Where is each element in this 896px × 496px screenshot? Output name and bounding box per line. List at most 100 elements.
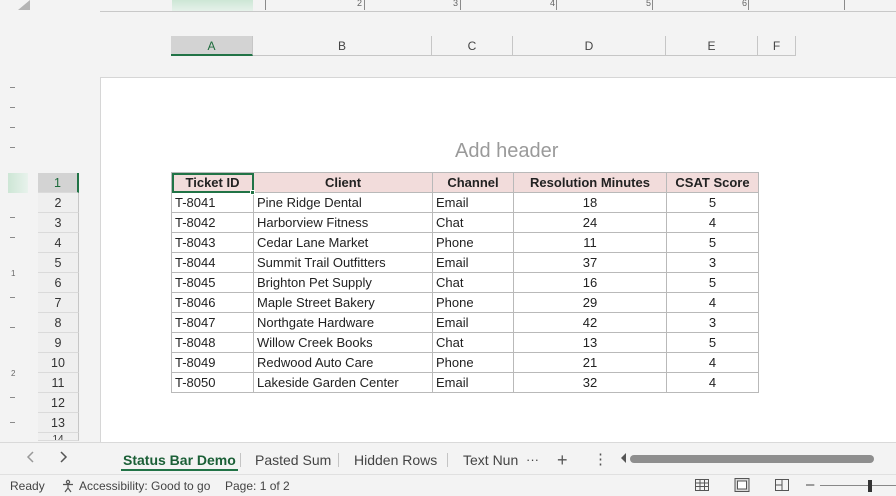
cell[interactable]: Email	[432, 252, 514, 273]
cell[interactable]: 18	[513, 192, 667, 213]
cell[interactable]: 42	[513, 312, 667, 333]
column-header-e[interactable]: E	[666, 36, 758, 56]
cell[interactable]: 3	[666, 312, 759, 333]
row-header[interactable]: 12	[38, 393, 79, 413]
cell[interactable]: 5	[666, 272, 759, 293]
page-break-preview-icon[interactable]	[774, 478, 790, 492]
cell[interactable]: Chat	[432, 272, 514, 293]
chevron-left-icon[interactable]	[26, 450, 36, 467]
column-header-c[interactable]: C	[432, 36, 513, 56]
scroll-left-icon[interactable]	[620, 452, 628, 467]
header-cell-ticket-id[interactable]: Ticket ID	[171, 172, 254, 193]
row-header[interactable]: 1	[38, 173, 79, 193]
cell[interactable]: T-8048	[171, 332, 254, 353]
cell[interactable]: Cedar Lane Market	[253, 232, 433, 253]
cell[interactable]: T-8050	[171, 372, 254, 393]
cell[interactable]: 4	[666, 352, 759, 373]
sheet-tab-pasted-sum[interactable]: Pasted Sum	[245, 448, 341, 472]
header-cell-channel[interactable]: Channel	[432, 172, 514, 193]
table-row: T-8045 Brighton Pet Supply Chat 16 5	[171, 272, 759, 293]
row-header[interactable]: 11	[38, 373, 79, 393]
cell[interactable]: 32	[513, 372, 667, 393]
accessibility-status[interactable]: Accessibility: Good to go	[79, 479, 210, 493]
scrollbar-thumb[interactable]	[630, 455, 874, 463]
add-sheet-button[interactable]: +	[547, 448, 578, 472]
cell[interactable]: T-8042	[171, 212, 254, 233]
select-all-corner[interactable]	[18, 0, 30, 10]
more-tabs-icon[interactable]: ···	[516, 448, 549, 472]
cell[interactable]: Northgate Hardware	[253, 312, 433, 333]
cell[interactable]: T-8045	[171, 272, 254, 293]
cell[interactable]: Phone	[432, 292, 514, 313]
row-header[interactable]: 9	[38, 333, 79, 353]
header-cell-csat-score[interactable]: CSAT Score	[666, 172, 759, 193]
horizontal-scrollbar[interactable]	[616, 452, 896, 466]
cell[interactable]: 4	[666, 212, 759, 233]
cell[interactable]: Phone	[432, 352, 514, 373]
cell[interactable]: T-8049	[171, 352, 254, 373]
column-header-a[interactable]: A	[171, 36, 253, 56]
page-layout-view-icon[interactable]	[734, 478, 750, 492]
row-header[interactable]: 5	[38, 253, 79, 273]
cell[interactable]: Lakeside Garden Center	[253, 372, 433, 393]
cell[interactable]: Summit Trail Outfitters	[253, 252, 433, 273]
cell[interactable]: 13	[513, 332, 667, 353]
cell[interactable]: 5	[666, 232, 759, 253]
cell[interactable]: Email	[432, 372, 514, 393]
cell[interactable]: Harborview Fitness	[253, 212, 433, 233]
cell[interactable]: Redwood Auto Care	[253, 352, 433, 373]
cell[interactable]: Brighton Pet Supply	[253, 272, 433, 293]
cell[interactable]: T-8043	[171, 232, 254, 253]
row-headers: 1 2 3 4 5 6 7 8 9 10 11 12 13 14	[38, 173, 79, 441]
column-header-b[interactable]: B	[253, 36, 432, 56]
cell[interactable]: Email	[432, 192, 514, 213]
cell[interactable]: 5	[666, 332, 759, 353]
row-header[interactable]: 6	[38, 273, 79, 293]
sheet-tab-status-bar-demo[interactable]: Status Bar Demo	[113, 448, 246, 472]
accessibility-icon[interactable]	[61, 479, 75, 496]
tab-menu-icon[interactable]: ⋮	[583, 448, 618, 472]
cell[interactable]: 37	[513, 252, 667, 273]
cell[interactable]: 29	[513, 292, 667, 313]
chevron-right-icon[interactable]	[58, 450, 68, 467]
cell[interactable]: Email	[432, 312, 514, 333]
cell[interactable]: 5	[666, 192, 759, 213]
zoom-slider-knob[interactable]	[868, 480, 872, 492]
cell[interactable]: Willow Creek Books	[253, 332, 433, 353]
cell[interactable]: 4	[666, 292, 759, 313]
sheet-tab-hidden-rows[interactable]: Hidden Rows	[344, 448, 447, 472]
cell[interactable]: 11	[513, 232, 667, 253]
normal-view-icon[interactable]	[694, 478, 710, 492]
cell[interactable]: T-8047	[171, 312, 254, 333]
row-header[interactable]: 8	[38, 313, 79, 333]
row-header[interactable]: 7	[38, 293, 79, 313]
row-header[interactable]: 4	[38, 233, 79, 253]
row-header[interactable]: 2	[38, 193, 79, 213]
row-header[interactable]: 13	[38, 413, 79, 433]
header-cell-client[interactable]: Client	[253, 172, 433, 193]
zoom-slider-track[interactable]	[820, 485, 896, 486]
cell[interactable]: T-8044	[171, 252, 254, 273]
column-header-d[interactable]: D	[513, 36, 666, 56]
cell[interactable]: 21	[513, 352, 667, 373]
fill-handle[interactable]	[250, 190, 255, 195]
row-header[interactable]: 3	[38, 213, 79, 233]
cell[interactable]: Chat	[432, 212, 514, 233]
row-header[interactable]: 10	[38, 353, 79, 373]
cell[interactable]: Pine Ridge Dental	[253, 192, 433, 213]
cell[interactable]: Chat	[432, 332, 514, 353]
header-cell-resolution-minutes[interactable]: Resolution Minutes	[513, 172, 667, 193]
cell[interactable]: Phone	[432, 232, 514, 253]
cell[interactable]: 24	[513, 212, 667, 233]
cell[interactable]: T-8046	[171, 292, 254, 313]
cell[interactable]: 3	[666, 252, 759, 273]
cell[interactable]: 4	[666, 372, 759, 393]
row-header[interactable]: 14	[38, 433, 79, 441]
add-header-placeholder[interactable]: Add header	[455, 140, 558, 163]
cell[interactable]: 16	[513, 272, 667, 293]
cell[interactable]: Maple Street Bakery	[253, 292, 433, 313]
table-row: T-8044 Summit Trail Outfitters Email 37 …	[171, 252, 759, 273]
column-header-f[interactable]: F	[758, 36, 796, 56]
cell[interactable]: T-8041	[171, 192, 254, 213]
zoom-out-icon[interactable]: –	[806, 476, 814, 493]
